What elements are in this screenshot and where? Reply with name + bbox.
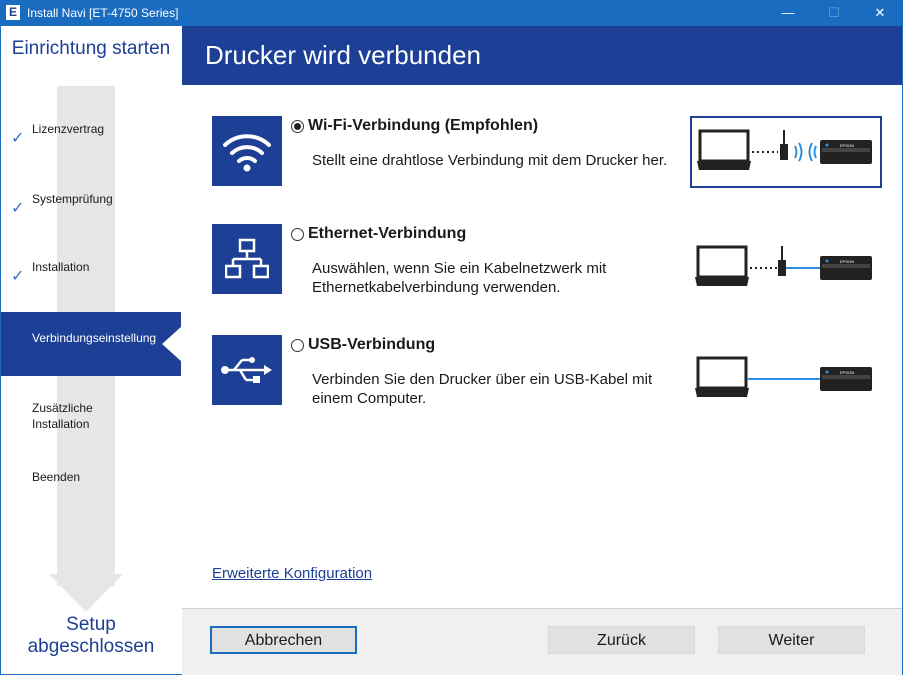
active-step-pointer — [162, 326, 182, 362]
network-icon — [212, 224, 282, 294]
main-panel: Drucker wird verbunden Wi-Fi-Verbindung … — [182, 26, 902, 675]
ethernet-diagram: EPSON — [690, 224, 878, 292]
installer-window: Einrichtung starten ✓ Lizenzvertrag ✓ Sy… — [0, 26, 903, 675]
back-button[interactable]: Zurück — [548, 626, 695, 654]
step-label: Beenden — [32, 470, 81, 484]
next-button[interactable]: Weiter — [718, 626, 865, 654]
printer-brand: EPSON — [840, 259, 854, 264]
app-icon: E — [6, 5, 20, 20]
close-button[interactable]: ✕ — [857, 0, 903, 26]
window-title: Install Navi [ET-4750 Series] — [27, 6, 179, 20]
usb-diagram: EPSON — [690, 335, 878, 403]
option-ethernet[interactable]: Ethernet-Verbindung Auswählen, wenn Sie … — [212, 224, 892, 296]
usb-icon — [212, 335, 282, 405]
footer-line: abgeschlossen — [27, 636, 155, 657]
button-bar: Abbrechen Zurück Weiter — [182, 608, 902, 675]
sidebar-header: Einrichtung starten — [11, 38, 171, 59]
wifi-diagram: EPSON — [690, 116, 882, 188]
footer-line: Setup — [66, 614, 116, 635]
option-wifi[interactable]: Wi-Fi-Verbindung (Empfohlen) Stellt eine… — [212, 116, 892, 188]
usb-description: Verbinden Sie den Drucker über ein USB-K… — [312, 371, 653, 407]
printer-brand: EPSON — [840, 370, 854, 375]
title-bar: E Install Navi [ET-4750 Series] — ☐ ✕ — [0, 0, 903, 26]
advanced-config-link[interactable]: Erweiterte Konfiguration — [212, 565, 372, 582]
step-label: Installation — [32, 417, 90, 431]
usb-radio[interactable] — [291, 339, 304, 352]
step-label-wrap: Zusätzliche Installation — [32, 400, 93, 432]
step-label: Installation — [32, 260, 90, 274]
step-label: Systemprüfung — [32, 192, 113, 206]
page-title: Drucker wird verbunden — [205, 40, 482, 70]
step-label: Verbindungseinstellung — [32, 331, 157, 345]
wifi-icon — [212, 116, 282, 186]
ethernet-radio[interactable] — [291, 228, 304, 241]
sidebar: Einrichtung starten ✓ Lizenzvertrag ✓ Sy… — [1, 26, 182, 674]
usb-title: USB-Verbindung — [308, 336, 436, 353]
check-icon: ✓ — [11, 268, 25, 285]
step-label: Lizenzvertrag — [32, 122, 105, 136]
ethernet-title: Ethernet-Verbindung — [308, 225, 467, 242]
printer-brand: EPSON — [840, 143, 854, 148]
header-banner: Drucker wird verbunden — [182, 26, 902, 85]
sidebar-footer: Setup abgeschlossen — [1, 614, 181, 658]
cancel-button[interactable]: Abbrechen — [210, 626, 357, 654]
ethernet-description: Auswählen, wenn Sie ein Kabelnetzwerk mi… — [312, 260, 607, 296]
progress-arrowhead — [49, 574, 123, 612]
wifi-description: Stellt eine drahtlose Verbindung mit dem… — [312, 152, 668, 169]
wifi-title: Wi-Fi-Verbindung (Empfohlen) — [308, 117, 539, 134]
check-icon: ✓ — [11, 130, 25, 147]
minimize-button[interactable]: — — [765, 0, 811, 26]
step-label: Zusätzliche — [32, 401, 93, 415]
option-usb[interactable]: USB-Verbindung Verbinden Sie den Drucker… — [212, 335, 892, 407]
step-verbindungseinstellung: Verbindungseinstellung — [1, 312, 182, 376]
check-icon: ✓ — [11, 200, 25, 217]
maximize-button[interactable]: ☐ — [811, 0, 857, 26]
wifi-radio[interactable] — [291, 120, 304, 133]
